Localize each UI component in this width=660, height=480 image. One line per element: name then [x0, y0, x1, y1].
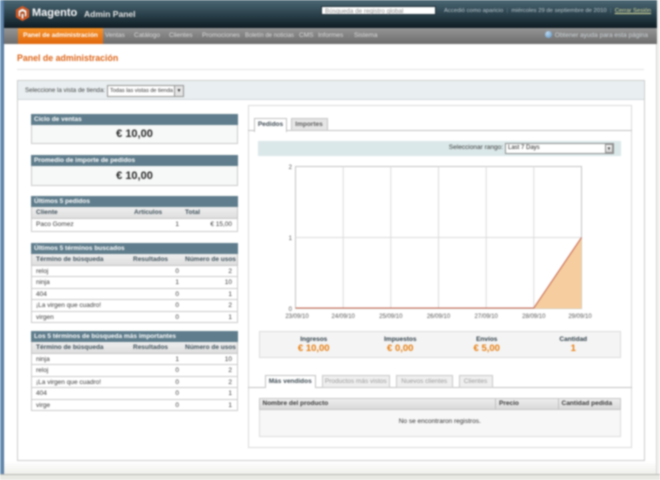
svg-text:1: 1 [289, 236, 293, 242]
svg-text:28/09/10: 28/09/10 [522, 314, 546, 320]
svg-text:2: 2 [289, 165, 293, 171]
svg-text:29/09/10: 29/09/10 [568, 314, 592, 320]
svg-text:27/09/10: 27/09/10 [475, 314, 499, 320]
svg-text:25/09/10: 25/09/10 [379, 314, 403, 320]
svg-text:0: 0 [289, 307, 293, 313]
svg-text:26/09/10: 26/09/10 [427, 314, 451, 320]
svg-text:24/09/10: 24/09/10 [332, 314, 356, 320]
svg-text:23/09/10: 23/09/10 [285, 314, 309, 320]
